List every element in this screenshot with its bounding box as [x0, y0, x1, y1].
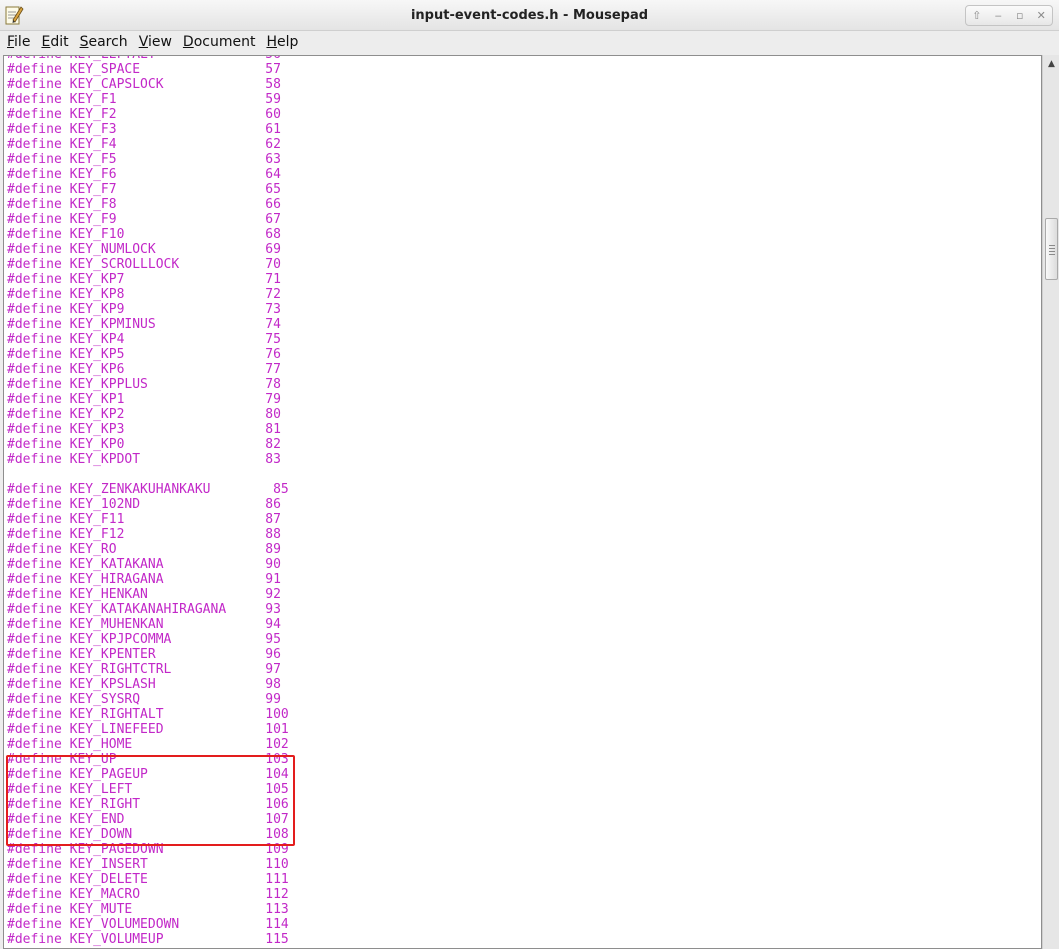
code-line: #define KEY_KPMINUS 74 [7, 317, 281, 332]
highlight-annotation-box [6, 755, 295, 846]
vertical-scrollbar[interactable]: ▲ [1042, 55, 1059, 949]
code-line: #define KEY_HIRAGANA 91 [7, 572, 281, 587]
code-line: #define KEY_F1 59 [7, 92, 281, 107]
code-line: #define KEY_MUHENKAN 94 [7, 617, 281, 632]
grip-line [1049, 254, 1055, 255]
grip-line [1049, 245, 1055, 246]
code-line: #define KEY_HOME 102 [7, 737, 289, 752]
code-line: #define KEY_F3 61 [7, 122, 281, 137]
code-line: #define KEY_KP1 79 [7, 392, 281, 407]
code-line: #define KEY_KPPLUS 78 [7, 377, 281, 392]
code-line: #define KEY_SYSRQ 99 [7, 692, 281, 707]
code-line-partial: #define KEY_LEFTALT 56 [7, 56, 289, 62]
menu-help[interactable]: Help [265, 34, 299, 50]
scroll-up-icon[interactable]: ▲ [1046, 59, 1057, 69]
code-line: #define KEY_LINEFEED 101 [7, 722, 289, 737]
code-line: #define KEY_KATAKANA 90 [7, 557, 281, 572]
grip-line [1049, 251, 1055, 252]
code-line: #define KEY_KP0 82 [7, 437, 281, 452]
code-line: #define KEY_KPJPCOMMA 95 [7, 632, 281, 647]
menu-bar: File Edit Search View Document Help [0, 31, 1059, 53]
code-line: #define KEY_102ND 86 [7, 497, 281, 512]
code-line: #define KEY_F11 87 [7, 512, 281, 527]
code-line: #define KEY_VOLUMEUP 115 [7, 932, 289, 947]
code-line: #define KEY_SPACE 57 [7, 62, 281, 77]
window-controls: ⇧ ‒ ▫ ✕ [965, 5, 1053, 26]
code-line: #define KEY_VOLUMEDOWN 114 [7, 917, 289, 932]
window-title: input-event-codes.h - Mousepad [410, 8, 649, 23]
code-line: #define KEY_F8 66 [7, 197, 281, 212]
maximize-icon[interactable]: ▫ [1010, 7, 1030, 25]
code-line: #define KEY_KPDOT 83 [7, 452, 281, 467]
close-icon[interactable]: ✕ [1031, 7, 1051, 25]
code-line: #define KEY_CAPSLOCK 58 [7, 77, 281, 92]
grip-line [1049, 248, 1055, 249]
scrollbar-thumb[interactable] [1045, 218, 1058, 280]
code-line: #define KEY_F7 65 [7, 182, 281, 197]
code-line: #define KEY_KP2 80 [7, 407, 281, 422]
code-line: #define KEY_KATAKANAHIRAGANA 93 [7, 602, 281, 617]
code-line: #define KEY_F6 64 [7, 167, 281, 182]
menu-file[interactable]: File [6, 34, 31, 50]
code-line: #define KEY_F12 88 [7, 527, 281, 542]
code-line: #define KEY_KPENTER 96 [7, 647, 281, 662]
menu-document[interactable]: Document [182, 34, 257, 50]
code-line: #define KEY_NUMLOCK 69 [7, 242, 281, 257]
code-line: #define KEY_F9 67 [7, 212, 281, 227]
code-line: #define KEY_KP8 72 [7, 287, 281, 302]
menu-edit[interactable]: Edit [40, 34, 69, 50]
code-line: #define KEY_MUTE 113 [7, 902, 289, 917]
code-line: #define KEY_RIGHTALT 100 [7, 707, 289, 722]
code-line: #define KEY_KP7 71 [7, 272, 281, 287]
code-line: #define KEY_ZENKAKUHANKAKU 85 [7, 482, 289, 497]
minimize-icon[interactable]: ‒ [988, 7, 1008, 25]
code-line: #define KEY_INSERT 110 [7, 857, 289, 872]
code-line: #define KEY_RO 89 [7, 542, 281, 557]
code-line: #define KEY_F10 68 [7, 227, 281, 242]
code-line: #define KEY_KPSLASH 98 [7, 677, 281, 692]
code-line: #define KEY_HENKAN 92 [7, 587, 281, 602]
code-line: #define KEY_KP9 73 [7, 302, 281, 317]
title-bar: input-event-codes.h - Mousepad ⇧ ‒ ▫ ✕ [0, 0, 1059, 31]
code-line: #define KEY_RIGHTCTRL 97 [7, 662, 281, 677]
menu-search[interactable]: Search [79, 34, 129, 50]
code-line: #define KEY_F2 60 [7, 107, 281, 122]
code-line: #define KEY_SCROLLLOCK 70 [7, 257, 281, 272]
code-line: #define KEY_MACRO 112 [7, 887, 289, 902]
code-line: #define KEY_F5 63 [7, 152, 281, 167]
code-line: #define KEY_KP5 76 [7, 347, 281, 362]
menu-view[interactable]: View [138, 34, 173, 50]
code-line: #define KEY_KP4 75 [7, 332, 281, 347]
code-line: #define KEY_DELETE 111 [7, 872, 289, 887]
code-line: #define KEY_F4 62 [7, 137, 281, 152]
code-line: #define KEY_KP6 77 [7, 362, 281, 377]
code-line: #define KEY_KP3 81 [7, 422, 281, 437]
up-arrow-icon[interactable]: ⇧ [967, 7, 987, 25]
